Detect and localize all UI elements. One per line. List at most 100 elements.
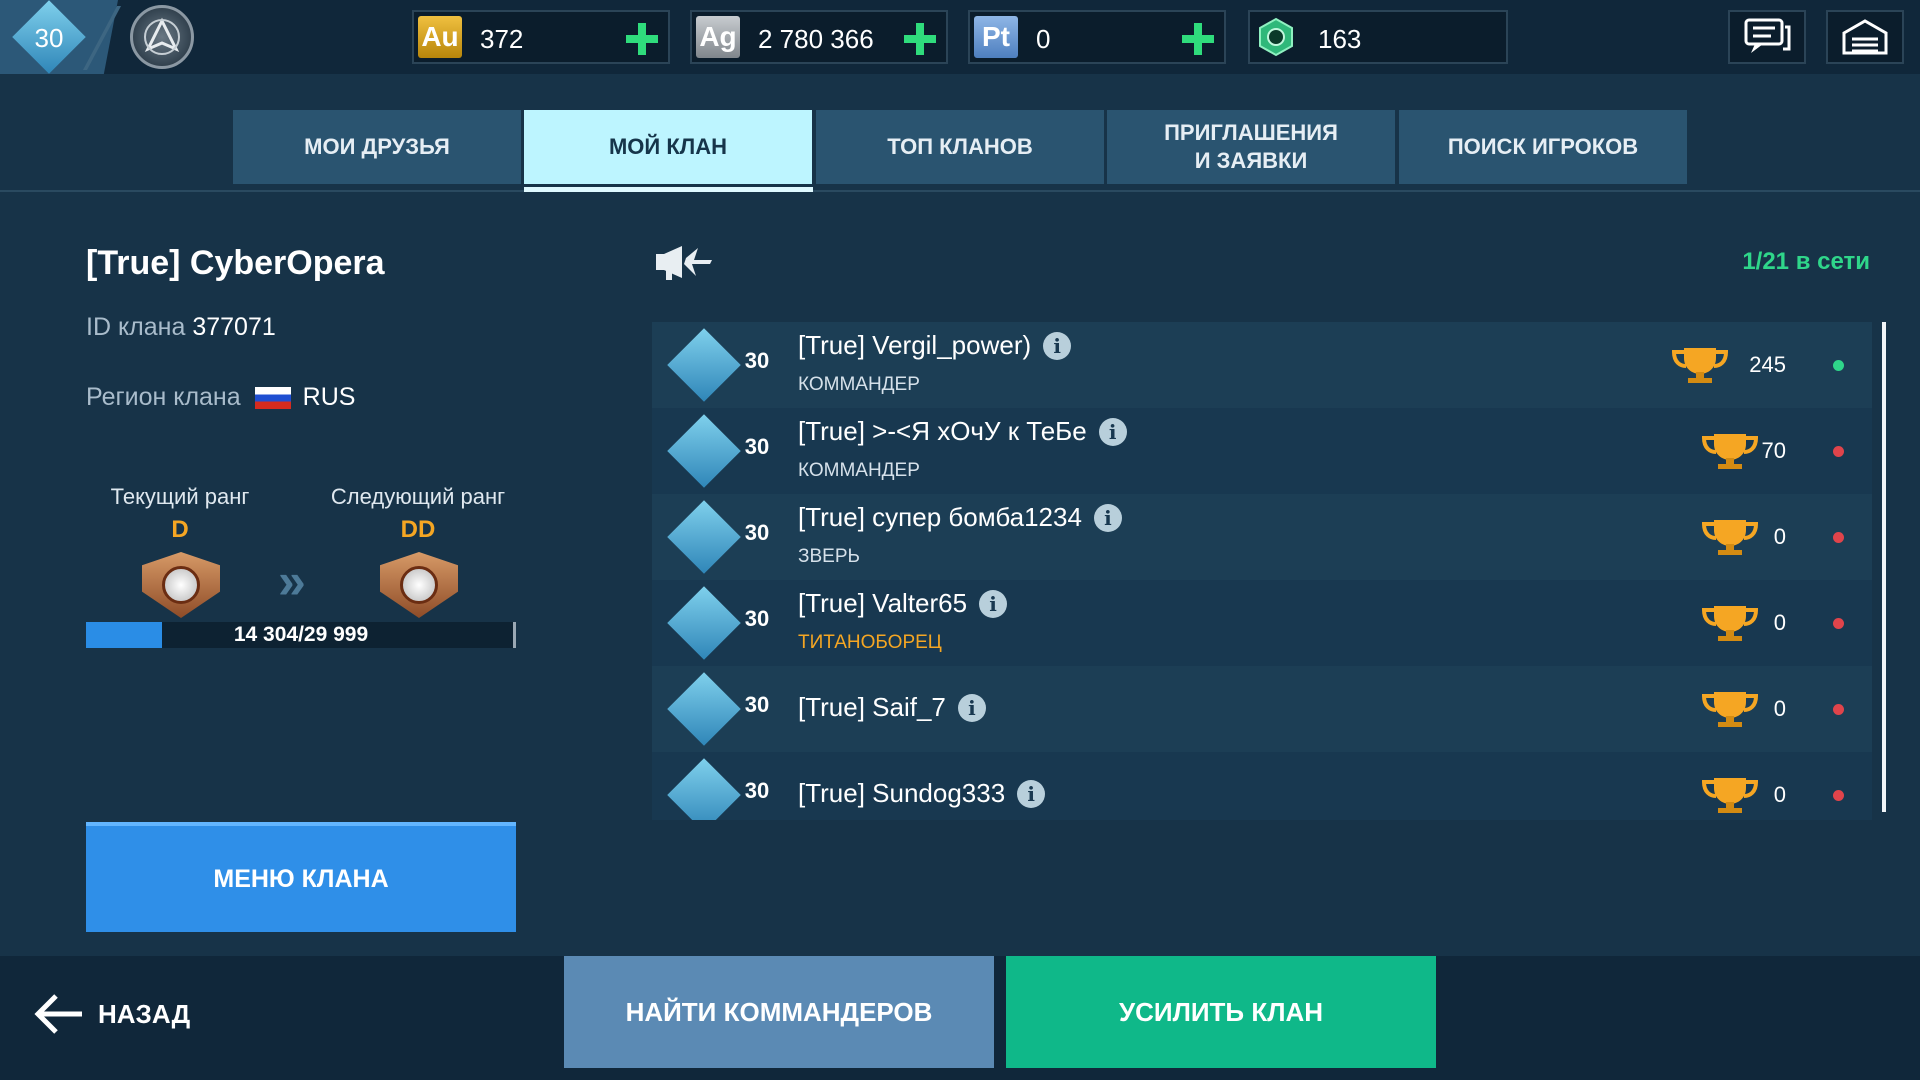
member-row[interactable]: 30 [True] супер бомба1234 i ЗВЕРЬ 0 bbox=[652, 494, 1872, 580]
online-members-count: 1/21 в сети bbox=[1742, 248, 1870, 275]
clan-id-label: ID клана bbox=[86, 313, 186, 341]
clan-id: ID клана 377071 bbox=[86, 313, 276, 342]
russia-flag-icon bbox=[254, 386, 291, 409]
rank-progress-bar: 14 304/29 999 bbox=[86, 622, 516, 648]
chat-button[interactable] bbox=[1728, 10, 1806, 64]
member-role: ТИТАНОБОРЕЦ bbox=[798, 632, 942, 653]
trophy-icon bbox=[1700, 430, 1760, 475]
chat-icon bbox=[1744, 18, 1791, 53]
add-gold-button[interactable] bbox=[626, 23, 658, 55]
member-score: 0 bbox=[1773, 610, 1786, 635]
tab-invites-requests[interactable]: ПРИГЛАШЕНИЯ И ЗАЯВКИ bbox=[1107, 110, 1395, 184]
tab-my-clan[interactable]: МОЙ КЛАН bbox=[524, 110, 812, 184]
member-row[interactable]: 30 [True] Sundog333 i 0 bbox=[652, 752, 1872, 820]
info-icon[interactable]: i bbox=[1043, 331, 1072, 360]
gem-currency: 163 bbox=[1248, 10, 1508, 64]
member-level: 30 bbox=[744, 348, 770, 373]
member-row[interactable]: 30 [True] Saif_7 i 0 bbox=[652, 666, 1872, 752]
trophy-icon bbox=[1700, 516, 1760, 561]
trophy-icon bbox=[1670, 344, 1730, 389]
online-status-dot bbox=[1833, 618, 1844, 629]
tab-my-friends[interactable]: МОИ ДРУЗЬЯ bbox=[233, 110, 521, 184]
member-name[interactable]: [True] Valter65 bbox=[798, 588, 967, 619]
current-rank-label: Текущий ранг bbox=[110, 484, 250, 509]
platinum-value: 0 bbox=[1036, 24, 1051, 54]
info-icon[interactable]: i bbox=[979, 589, 1008, 618]
member-level: 30 bbox=[744, 606, 770, 631]
member-score: 245 bbox=[1749, 352, 1786, 377]
top-bar: 30 Au 372 Ag 2 780 366 Pt 0 163 bbox=[0, 0, 1920, 74]
tabs-divider bbox=[0, 190, 1920, 192]
clan-region-label: Регион клана bbox=[86, 383, 241, 411]
online-status-dot bbox=[1833, 790, 1844, 801]
member-name[interactable]: [True] >-<Я хОчУ к ТеБе bbox=[798, 416, 1087, 447]
gold-value: 372 bbox=[480, 24, 524, 54]
silver-badge-icon: Ag bbox=[696, 16, 740, 58]
clan-menu-button[interactable]: МЕНЮ КЛАНА bbox=[86, 822, 516, 932]
current-rank-badge-icon bbox=[142, 552, 220, 618]
online-status-dot bbox=[1833, 360, 1844, 371]
clan-region-value: RUS bbox=[302, 383, 356, 411]
clan-region: Регион клана RUS bbox=[86, 383, 355, 412]
member-name-line: [True] >-<Я хОчУ к ТеБе i bbox=[798, 416, 1127, 447]
back-button[interactable]: НАЗАД bbox=[34, 986, 190, 1042]
member-name[interactable]: [True] супер бомба1234 bbox=[798, 502, 1082, 533]
platinum-badge-icon: Pt bbox=[974, 16, 1018, 58]
member-name-line: [True] супер бомба1234 i bbox=[798, 502, 1122, 533]
online-status-dot bbox=[1833, 446, 1844, 457]
find-commanders-button[interactable]: НАЙТИ КОММАНДЕРОВ bbox=[564, 956, 994, 1068]
platinum-currency: Pt 0 bbox=[968, 10, 1226, 64]
member-score: 0 bbox=[1773, 524, 1786, 549]
megaphone-icon[interactable] bbox=[654, 242, 718, 287]
member-role: ЗВЕРЬ bbox=[798, 546, 860, 567]
member-score: 0 bbox=[1773, 782, 1786, 807]
member-level: 30 bbox=[744, 520, 770, 545]
hangar-button[interactable] bbox=[1826, 10, 1904, 64]
next-rank-badge-icon bbox=[380, 552, 458, 618]
silver-currency: Ag 2 780 366 bbox=[690, 10, 948, 64]
silver-value: 2 780 366 bbox=[758, 24, 874, 54]
info-icon[interactable]: i bbox=[1098, 417, 1127, 446]
member-score: 70 bbox=[1761, 438, 1786, 463]
member-name-line: [True] Saif_7 i bbox=[798, 692, 986, 723]
hex-gem-icon bbox=[1254, 16, 1298, 58]
member-name-line: [True] Vergil_power) i bbox=[798, 330, 1072, 361]
member-name[interactable]: [True] Sundog333 bbox=[798, 778, 1005, 809]
member-score: 0 bbox=[1773, 696, 1786, 721]
member-name-line: [True] Sundog333 i bbox=[798, 778, 1046, 809]
trophy-icon bbox=[1700, 774, 1760, 819]
info-icon[interactable]: i bbox=[1093, 503, 1122, 532]
add-platinum-button[interactable] bbox=[1182, 23, 1214, 55]
online-status-dot bbox=[1833, 704, 1844, 715]
info-icon[interactable]: i bbox=[1017, 779, 1046, 808]
member-name[interactable]: [True] Saif_7 bbox=[798, 692, 946, 723]
gold-currency: Au 372 bbox=[412, 10, 670, 64]
back-label: НАЗАД bbox=[98, 998, 191, 1029]
tab-top-clans[interactable]: ТОП КЛАНОВ bbox=[816, 110, 1104, 184]
profile-emblem-icon[interactable] bbox=[130, 5, 194, 69]
member-row[interactable]: 30 [True] Vergil_power) i КОММАНДЕР 245 bbox=[652, 322, 1872, 408]
info-icon[interactable]: i bbox=[957, 693, 986, 722]
trophy-icon bbox=[1700, 602, 1760, 647]
member-level: 30 bbox=[744, 692, 770, 717]
member-list-scrollbar[interactable] bbox=[1882, 322, 1886, 812]
boost-clan-button[interactable]: УСИЛИТЬ КЛАН bbox=[1006, 956, 1436, 1068]
member-role: КОММАНДЕР bbox=[798, 374, 920, 395]
rank-progress-text: 14 304/29 999 bbox=[233, 623, 369, 646]
online-status-dot bbox=[1833, 532, 1844, 543]
active-tab-indicator bbox=[524, 187, 813, 192]
next-rank-value: DD bbox=[400, 516, 436, 543]
tab-player-search[interactable]: ПОИСК ИГРОКОВ bbox=[1399, 110, 1687, 184]
member-name[interactable]: [True] Vergil_power) bbox=[798, 330, 1031, 361]
member-list[interactable]: 30 [True] Vergil_power) i КОММАНДЕР 245 30 [Tr… bbox=[652, 322, 1872, 820]
add-silver-button[interactable] bbox=[904, 23, 936, 55]
member-role: КОММАНДЕР bbox=[798, 460, 920, 481]
player-level-value: 30 bbox=[34, 23, 64, 53]
member-row[interactable]: 30 [True] >-<Я хОчУ к ТеБе i КОММАНДЕР 70 bbox=[652, 408, 1872, 494]
next-rank-label: Следующий ранг bbox=[330, 484, 506, 509]
member-level: 30 bbox=[744, 434, 770, 459]
clan-name: [True] CyberOpera bbox=[86, 244, 385, 282]
gem-value: 163 bbox=[1318, 24, 1362, 54]
gold-badge-icon: Au bbox=[418, 16, 462, 58]
member-row[interactable]: 30 [True] Valter65 i ТИТАНОБОРЕЦ 0 bbox=[652, 580, 1872, 666]
